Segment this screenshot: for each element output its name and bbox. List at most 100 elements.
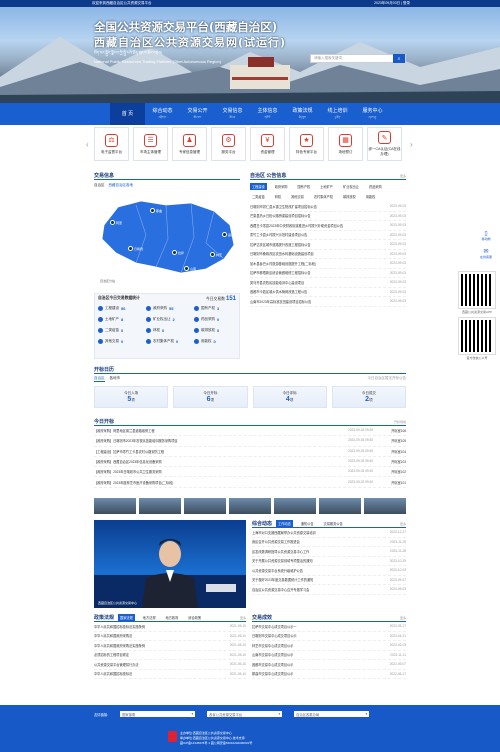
quick-link[interactable]: ☰ 市场主体管理: [133, 127, 168, 161]
prev-arrow-icon[interactable]: ‹: [86, 140, 89, 149]
tab-2[interactable]: 国有产权: [296, 183, 313, 190]
tab-2[interactable]: 交易服务公告: [322, 520, 345, 527]
tab-3[interactable]: 农村集体产权: [312, 193, 335, 200]
next-arrow-icon[interactable]: ›: [410, 140, 413, 149]
list-item[interactable]: 尼木县吞巴乡村旅游基础设施提升工程(二标段) 2023-09-03: [250, 259, 406, 269]
calendar-card[interactable]: 今日开标 6项: [173, 386, 248, 408]
list-item[interactable]: 自治区公共资源交易中心召开专题学习会 2023-09-03: [252, 585, 406, 595]
list-item[interactable]: 日喀则市桑珠孜区农田水利基础设施建设项目 2023-09-03: [250, 250, 406, 259]
nav-item[interactable]: 交易信息 ཚོང་ཆ་: [215, 103, 250, 125]
list-item[interactable]: 日喀则市交易中心成交项目公示 2023-04-21: [252, 632, 406, 641]
list-item[interactable]: 拉萨市交易中心成交项目公示一 2023-05-17: [252, 622, 406, 632]
map-place-pin[interactable]: 阿里: [110, 220, 122, 225]
login-link[interactable]: 2023年09月03日 | 登录: [374, 1, 410, 6]
tab-3[interactable]: 综合政策: [186, 614, 203, 621]
stats-cell[interactable]: 用能权 0: [191, 339, 239, 344]
stats-cell[interactable]: 其他交易 0: [95, 339, 143, 344]
photo-thumb[interactable]: [319, 498, 361, 514]
map-place-pin[interactable]: 日喀则: [128, 246, 143, 251]
stats-cell[interactable]: 工程建设 56: [95, 306, 143, 311]
list-item[interactable]: 类乌齐县农牧民技能培训中心建设项目 2023-09-03: [250, 278, 406, 288]
tab-1[interactable]: 通知公告: [299, 520, 316, 527]
notice-more-link[interactable]: 更多: [400, 174, 406, 178]
stats-cell[interactable]: 二类疫苗 0: [95, 328, 143, 333]
map-place-pin[interactable]: 昌都: [222, 232, 234, 237]
calendar-card[interactable]: 今日入场 5项: [94, 386, 169, 408]
tab-4[interactable]: 矿业权出让: [341, 183, 361, 190]
list-item[interactable]: 山南市交易中心成交项目公示 2022-11-11: [252, 651, 406, 660]
stats-cell[interactable]: 林权 0: [143, 328, 191, 333]
news-more-link[interactable]: 更多: [400, 522, 406, 526]
tab-0[interactable]: 工作动态: [276, 520, 293, 527]
list-item[interactable]: 中华人民共和国政府采购法实施条例 2021-05-10: [94, 641, 246, 651]
list-item[interactable]: 公共资源交易平台管理暂行办法 2021-05-10: [94, 660, 246, 670]
map-place-pin[interactable]: 山南: [184, 266, 196, 271]
links-select-ministries[interactable]: 国家部委 ▾: [120, 711, 196, 717]
list-item[interactable]: 山南市2023年高标准农田建设项目招标公告 2023-09-03: [250, 297, 406, 307]
photo-thumb[interactable]: [94, 498, 136, 514]
news-video[interactable]: 西藏自治区公共资源交易中心: [94, 520, 246, 608]
list-item[interactable]: 日喀则市昂仁县乡镇卫生院改扩建项目招标公告 2023-09-03: [250, 202, 406, 212]
quick-link[interactable]: ⚙ 服务平台: [211, 127, 246, 161]
nav-item[interactable]: 交易公开 ཚོང་ལས་: [180, 103, 215, 125]
today-bid-row[interactable]: 【政府采购】阿里地区普兰县道路维修工程 2023-09-03 09:30 开标室10…: [94, 426, 406, 437]
list-item[interactable]: 区发改委调研指导公共资源交易中心工作 2023-11-28: [252, 547, 406, 557]
list-item[interactable]: 芒康县热乡日松公路桥梁建设项目招标公告 2023-09-03: [250, 212, 406, 221]
list-item[interactable]: 中华人民共和国招标投标法实施条例 2021-05-10: [94, 622, 246, 632]
list-item[interactable]: 上海市对口支援西藏局举办公共资源交易培训 2023-12-27: [252, 528, 406, 538]
calendar-card[interactable]: 今日评标 4项: [252, 386, 327, 408]
today-bid-row[interactable]: 【政府采购】2023年日喀则市公共卫生服务采购 2023-09-03 09:30 开…: [94, 467, 406, 478]
list-item[interactable]: 林芝市交易中心成交项目公示 2023-02-03: [252, 641, 406, 651]
tab-3[interactable]: 土地矿产: [318, 183, 335, 190]
nav-item[interactable]: 服务中心 ཞབས་ཞུ་: [355, 103, 390, 125]
map-place-pin[interactable]: 林芝: [210, 252, 222, 257]
stats-cell[interactable]: 农村集体产权 0: [143, 339, 191, 344]
list-item[interactable]: 必须招标的工程项目规定 2021-05-10: [94, 651, 246, 660]
tab-2[interactable]: 其他交易: [289, 193, 306, 200]
links-select-provinces[interactable]: 各省公共资源交易平台 ▾: [207, 711, 283, 717]
stats-cell[interactable]: 土地矿产 8: [95, 317, 143, 322]
quick-link[interactable]: ⚖ 电子监督平台: [94, 127, 129, 161]
search-box[interactable]: 请输入搜索关键词 ⌕: [310, 54, 406, 63]
list-item[interactable]: 关于做好2023年度交易数据统计工作的通知 2023-09-07: [252, 576, 406, 585]
list-item[interactable]: 中华人民共和国政府采购法 2021-05-10: [94, 632, 246, 641]
policy-more-link[interactable]: 更多: [240, 616, 246, 620]
photo-thumb[interactable]: [364, 498, 406, 514]
list-item[interactable]: 我区召开公共资源交易工作推进会 2023-11-29: [252, 538, 406, 547]
tab-0[interactable]: 国家法规: [118, 614, 135, 621]
footer-icp[interactable]: 藏ICP备12345678号-1 藏公网安备54010202000001号: [180, 741, 252, 746]
list-item[interactable]: 中华人民共和国招标投标法 2021-05-10: [94, 670, 246, 679]
calendar-card[interactable]: 今日成交 2项: [331, 386, 406, 408]
stats-cell[interactable]: 矿业权出让 2: [143, 317, 191, 322]
map-region-label[interactable]: 自治区: [94, 183, 105, 188]
tab-5[interactable]: 用能权: [364, 193, 378, 200]
tab-1[interactable]: 政府采购: [273, 183, 290, 190]
today-bid-row[interactable]: 【政府采购】西藏自治区2023年信息化设备采购 2023-09-03 09:30 开…: [94, 457, 406, 468]
map-place-pin[interactable]: 拉萨: [172, 250, 184, 255]
today-bid-row[interactable]: 【政府采购】日喀则市2023年农牧民技能培训服务采购项目 2023-09-03 0…: [94, 436, 406, 447]
nav-item[interactable]: 综合动态 འགྲོས་ཁ་: [145, 103, 180, 125]
stats-cell[interactable]: 碳排放权 0: [191, 328, 239, 333]
side-mobile[interactable]: ▯ 移动端: [479, 230, 493, 241]
map-footer[interactable]: 自治区分站: [100, 279, 115, 283]
photo-thumb[interactable]: [184, 498, 226, 514]
list-item[interactable]: 公共资源交易平台系统升级维护公告 2023-10-03: [252, 566, 406, 576]
nav-item[interactable]: 政策法规 སྲིད་ཇུས་: [285, 103, 320, 125]
nav-item[interactable]: 首 页: [110, 103, 145, 125]
today-bid-row[interactable]: 【工程建设】拉萨市墨竹工卡县农村公路安防工程 2023-09-03 09:30 开标…: [94, 447, 406, 457]
nav-item[interactable]: 线上培训 དྲ་ཐོག་: [320, 103, 355, 125]
tab-0[interactable]: 工程建设: [250, 183, 267, 190]
tibet-map[interactable]: [96, 195, 238, 277]
quick-link[interactable]: ¥ 资金管理: [250, 127, 285, 161]
today-more-link[interactable]: 开标场地: [394, 420, 406, 424]
stats-cell[interactable]: 政府采购 55: [143, 306, 191, 311]
list-item[interactable]: 昌都市卡若区城乡供水管网改造工程公告 2023-09-03: [250, 288, 406, 297]
results-more-link[interactable]: 更多: [400, 616, 406, 620]
calendar-tab-cities[interactable]: 各地市: [110, 376, 121, 382]
map-place-pin[interactable]: 那曲: [150, 208, 162, 213]
tab-1[interactable]: 林权: [273, 193, 283, 200]
tab-2[interactable]: 地方政府: [164, 614, 181, 621]
links-select-bureaus[interactable]: 自治区各委办局 ▾: [294, 711, 370, 717]
quick-link[interactable]: ✎ 综一CA认证(CA在线办理): [367, 127, 402, 161]
quick-link[interactable]: ▦ 场地预订: [328, 127, 363, 161]
